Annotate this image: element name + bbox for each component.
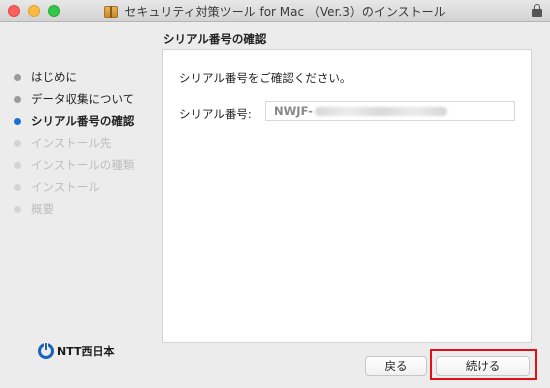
logo-text: NTT西日本	[57, 345, 115, 358]
continue-button-highlight	[430, 349, 537, 380]
step-installation: インストール	[14, 176, 154, 198]
window-title: セキュリティ対策ツール for Mac （Ver.3）のインストール	[124, 4, 446, 19]
package-icon	[104, 5, 119, 18]
step-label: データ収集について	[31, 92, 135, 106]
power-icon	[38, 342, 54, 359]
step-dot-icon	[14, 161, 21, 169]
lock-icon[interactable]	[532, 4, 542, 17]
content-panel: シリアル番号をご確認ください。 シリアル番号: NWJF-	[162, 49, 532, 343]
step-label: インストール先	[31, 136, 112, 150]
serial-number-blur	[314, 106, 447, 116]
serial-number-value: NWJF-	[274, 104, 313, 118]
step-label: インストールの種類	[31, 158, 135, 172]
installer-window: セキュリティ対策ツール for Mac （Ver.3）のインストール シリアル番…	[0, 0, 550, 388]
step-data-collection: データ収集について	[14, 88, 154, 110]
step-installation-type: インストールの種類	[14, 154, 154, 176]
serial-number-field[interactable]: NWJF-	[265, 101, 515, 121]
installer-steps: はじめに データ収集について シリアル番号の確認 インストール先 インストールの…	[14, 66, 154, 220]
serial-prompt: シリアル番号をご確認ください。	[179, 71, 352, 85]
step-label: シリアル番号の確認	[31, 114, 135, 128]
step-label: 概要	[31, 202, 54, 216]
ntt-west-logo: NTT西日本	[38, 342, 115, 359]
back-button[interactable]: 戻る	[365, 356, 427, 376]
step-dot-icon	[14, 139, 21, 147]
step-dot-icon	[14, 205, 21, 213]
step-destination: インストール先	[14, 132, 154, 154]
step-dot-icon	[14, 73, 21, 81]
step-label: インストール	[31, 180, 100, 194]
step-label: はじめに	[31, 70, 77, 84]
step-summary: 概要	[14, 198, 154, 220]
step-dot-icon	[14, 95, 21, 103]
step-introduction: はじめに	[14, 66, 154, 88]
title-bar: セキュリティ対策ツール for Mac （Ver.3）のインストール	[0, 0, 550, 22]
current-step-dot-icon	[14, 117, 21, 125]
serial-number-label: シリアル番号:	[179, 107, 252, 121]
step-dot-icon	[14, 183, 21, 191]
step-serial-number: シリアル番号の確認	[14, 110, 154, 132]
window-title-area: セキュリティ対策ツール for Mac （Ver.3）のインストール	[0, 0, 550, 22]
page-title: シリアル番号の確認	[163, 32, 267, 46]
